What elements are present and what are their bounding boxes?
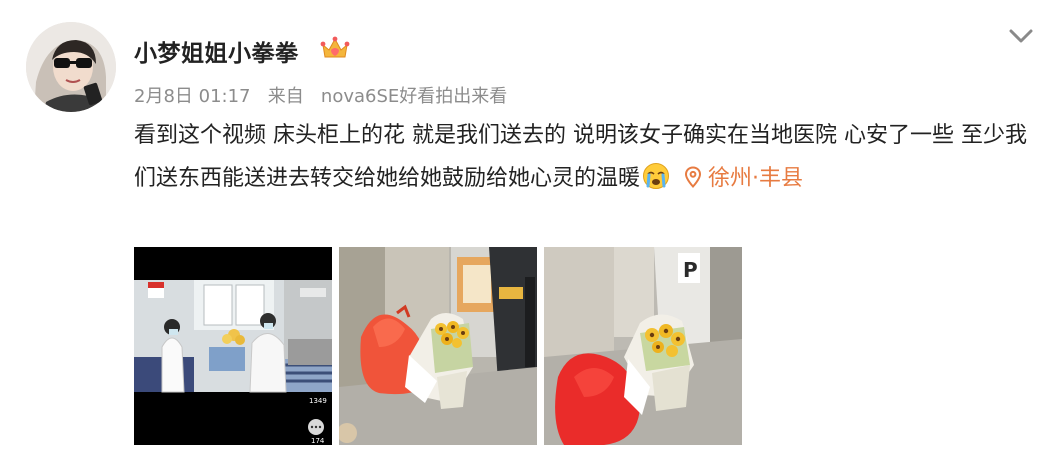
video-thumbnail[interactable]: 1349 174 [134, 247, 332, 445]
chevron-down-icon[interactable] [1006, 24, 1036, 48]
avatar[interactable] [26, 22, 116, 112]
photo-gift-bag-sunflowers-2[interactable]: P [544, 247, 742, 445]
video-overlay-count: 1349 [309, 397, 327, 405]
location-link[interactable]: 徐州·丰县 [684, 166, 803, 191]
crying-emoji-icon [642, 162, 670, 190]
video-overlay-sub: 174 [311, 437, 325, 445]
post-text: 看到这个视频 床头柜上的花 就是我们送去的 说明该女子确实在当地医院 心安了一些… [134, 114, 1029, 200]
svg-text:P: P [683, 258, 698, 282]
post-body: 看到这个视频 床头柜上的花 就是我们送去的 说明该女子确实在当地医院 心安了一些… [134, 123, 1027, 191]
post-source[interactable]: nova6SE好看拍出来看 [321, 86, 507, 107]
photo-gift-bag-sunflowers-1[interactable] [339, 247, 537, 445]
post-date: 2月8日 01:17 [134, 86, 251, 107]
location-pin-icon [684, 160, 702, 188]
username[interactable]: 小梦姐姐小拳拳 [134, 34, 299, 68]
crown-badge-icon[interactable] [320, 35, 350, 61]
post-meta: 2月8日 01:17 来自 nova6SE好看拍出来看 [134, 82, 507, 108]
location-text: 徐州·丰县 [708, 166, 804, 191]
source-prefix: 来自 [267, 86, 304, 107]
